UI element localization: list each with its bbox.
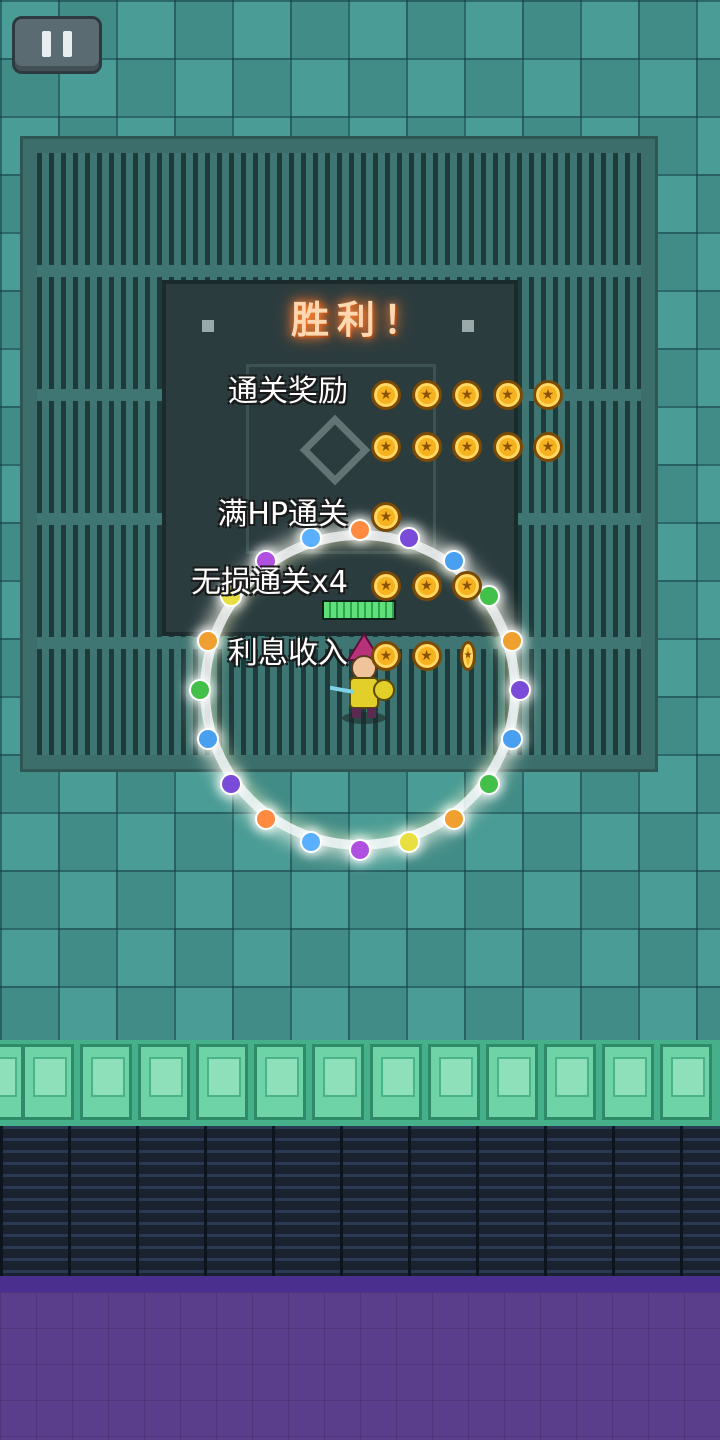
- pit-stud: [462, 320, 474, 332]
- magic-orb: [349, 519, 371, 541]
- next-room-floor: [0, 1292, 720, 1440]
- gold-coin-icon: ★: [533, 380, 563, 410]
- player-health-bar: [322, 600, 396, 620]
- magic-orb: [443, 549, 466, 572]
- gold-coin-icon: ★: [411, 641, 442, 671]
- gold-coin-icon: ★: [452, 380, 482, 410]
- gold-coin-icon: ★: [533, 432, 563, 462]
- gold-coin-icon: ★: [460, 641, 476, 671]
- vent-wall: [0, 1126, 720, 1276]
- gold-coin-icon: ★: [411, 571, 442, 601]
- pause-button[interactable]: [12, 16, 102, 74]
- gold-coin-icon: ★: [452, 571, 482, 601]
- magic-orb: [219, 773, 242, 796]
- gold-coin-icon: ★: [371, 502, 401, 532]
- gold-coin-icon: ★: [371, 641, 401, 671]
- gold-coin-icon: ★: [371, 432, 401, 462]
- gold-coin-icon: ★: [371, 571, 401, 601]
- magic-orb: [299, 831, 322, 854]
- reward-label-no-damage: 无损通关x4: [191, 565, 348, 600]
- gold-coin-icon: ★: [411, 432, 442, 462]
- wall-blocks: [0, 1040, 720, 1126]
- magic-orb: [509, 679, 531, 701]
- magic-orb: [501, 629, 524, 652]
- magic-orb: [196, 629, 219, 652]
- pit-stud: [202, 320, 214, 332]
- magic-orb: [349, 839, 371, 861]
- room-border: [0, 1276, 720, 1292]
- victory-title: 胜利！: [290, 298, 429, 342]
- gold-coin-icon: ★: [492, 432, 523, 462]
- pause-icon: [42, 31, 51, 57]
- gold-coin-icon: ★: [371, 380, 401, 410]
- gold-coin-icon: ★: [452, 432, 482, 462]
- reward-label-interest: 利息收入: [228, 636, 348, 671]
- reward-label-clear: 通关奖励: [228, 374, 348, 409]
- gold-coin-icon: ★: [492, 380, 523, 410]
- magic-orb: [189, 679, 211, 701]
- gold-coin-icon: ★: [411, 380, 442, 410]
- reward-label-full-hp: 满HP通关: [217, 497, 348, 532]
